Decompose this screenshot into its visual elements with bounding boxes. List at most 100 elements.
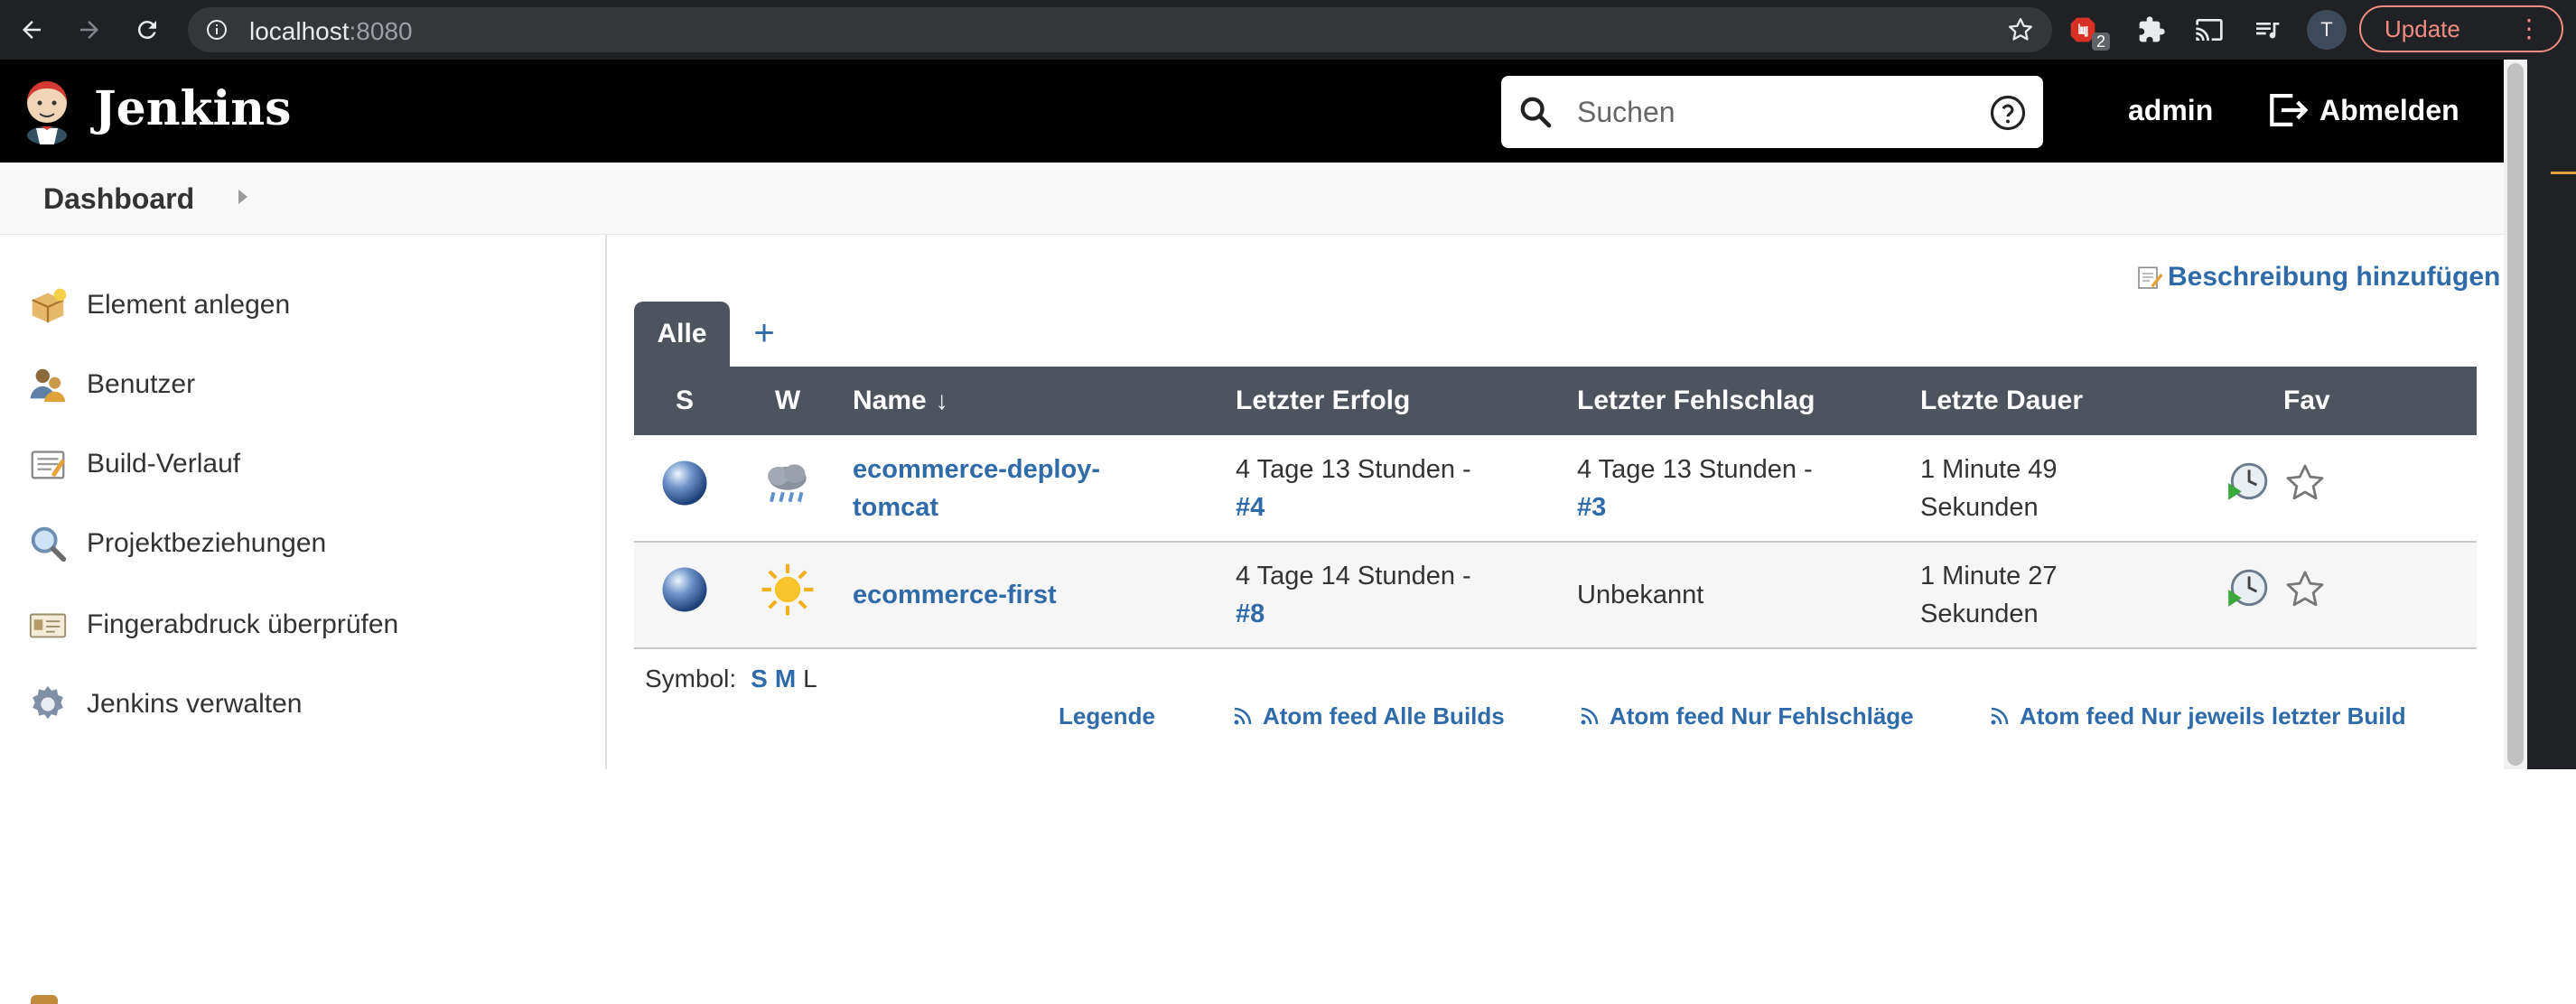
- fingerprint-card-icon: [27, 604, 69, 646]
- last-failure-build-link[interactable]: #3: [1577, 493, 1606, 522]
- add-description-label: Beschreibung hinzufügen: [2168, 262, 2501, 292]
- sidebar-next-item-icon: [31, 995, 58, 1004]
- scrollbar-thumb[interactable]: [2507, 63, 2524, 766]
- column-header-last-success[interactable]: Letzter Erfolg: [1236, 367, 1577, 435]
- address-bar[interactable]: localhost:8080: [188, 7, 2052, 52]
- atom-feed-all-link[interactable]: Atom feed Alle Builds: [1232, 701, 1505, 731]
- sidebar-item-label: Element anlegen: [87, 290, 291, 320]
- page-scrollbar[interactable]: [2504, 60, 2527, 769]
- magnifier-icon: [27, 523, 69, 564]
- sidebar-item-label: Benutzer: [87, 369, 196, 399]
- sidebar-item-label: Projektbeziehungen: [87, 528, 327, 558]
- last-duration-text: 1 Minute 27 Sekunden: [1920, 562, 2058, 628]
- bookmark-star-icon[interactable]: [2007, 16, 2034, 43]
- logout-label: Abmelden: [2319, 93, 2459, 126]
- more-vertical-icon: ⋮: [2516, 14, 2542, 42]
- icon-size-selector: Symbol: S M L: [645, 665, 817, 693]
- rss-feed-icon: [1581, 707, 1599, 725]
- status-blue-ball-icon[interactable]: [659, 564, 710, 626]
- rss-feed-icon: [1234, 707, 1252, 725]
- tab-alle[interactable]: Alle: [634, 302, 730, 367]
- reload-icon[interactable]: [130, 13, 164, 47]
- last-success-text: 4 Tage 14 Stunden -: [1236, 562, 1471, 590]
- column-header-fav[interactable]: Fav: [2283, 367, 2477, 435]
- legend-link[interactable]: Legende: [1059, 701, 1155, 731]
- add-view-button[interactable]: +: [746, 312, 782, 354]
- last-success-build-link[interactable]: #4: [1236, 493, 1265, 522]
- table-row: ecommerce-deploy-tomcat 4 Tage 13 Stunde…: [634, 435, 2477, 542]
- weather-cloud-rain-icon[interactable]: [760, 455, 816, 522]
- favorite-star-icon[interactable]: [2283, 461, 2327, 516]
- new-item-icon: [27, 284, 69, 326]
- users-icon: [27, 364, 69, 405]
- atom-feed-failures-label: Atom feed Nur Fehlschläge: [1610, 702, 1914, 730]
- edit-note-icon: [2138, 266, 2163, 289]
- update-label: Update: [2385, 14, 2460, 42]
- sidebar-item-build-history[interactable]: Build-Verlauf: [27, 441, 240, 488]
- jenkins-brand[interactable]: Jenkins: [94, 81, 291, 136]
- last-success-text: 4 Tage 13 Stunden -: [1236, 454, 1471, 484]
- sidebar-item-new-item[interactable]: Element anlegen: [27, 282, 290, 329]
- icon-size-m[interactable]: M: [775, 665, 796, 693]
- column-header-status[interactable]: S: [634, 367, 735, 435]
- icon-size-l: L: [803, 665, 817, 693]
- job-link[interactable]: ecommerce-first: [853, 581, 1057, 609]
- job-link[interactable]: ecommerce-deploy-tomcat: [853, 451, 1160, 526]
- status-blue-ball-icon[interactable]: [659, 458, 710, 519]
- last-failure-text: 4 Tage 13 Stunden -: [1577, 454, 1813, 484]
- favorite-star-icon[interactable]: [2283, 568, 2327, 622]
- search-box: [1501, 76, 2043, 148]
- sort-down-arrow-icon: ↓: [935, 386, 948, 414]
- last-success-build-link[interactable]: #8: [1236, 600, 1265, 628]
- browser-toolbar: localhost:8080 2 T Update ⋮: [0, 0, 2576, 60]
- last-failure-text: Unbekannt: [1577, 581, 1704, 609]
- atom-feed-latest-label: Atom feed Nur jeweils letzter Build: [2020, 702, 2406, 730]
- table-header-row: S W Name ↓ Letzter Erfolg Letzter Fehlsch…: [634, 367, 2477, 435]
- help-icon[interactable]: [1989, 94, 2027, 132]
- schedule-build-icon[interactable]: [2225, 567, 2270, 623]
- sidebar-item-fingerprint[interactable]: Fingerabdruck überprüfen: [27, 601, 398, 648]
- add-description-link[interactable]: Beschreibung hinzufügen: [2135, 262, 2500, 293]
- sidebar-item-manage-jenkins[interactable]: Jenkins verwalten: [27, 681, 302, 728]
- column-header-last-duration[interactable]: Letzte Dauer: [1920, 367, 2211, 435]
- search-input[interactable]: [1577, 90, 1956, 134]
- icon-size-s[interactable]: S: [751, 665, 768, 693]
- media-queue-icon[interactable]: [2249, 12, 2285, 48]
- column-header-name-label: Name: [853, 386, 927, 415]
- search-icon: [1520, 97, 1552, 128]
- rss-feed-icon: [1991, 707, 2009, 725]
- sidebar-item-label: Fingerabdruck überprüfen: [87, 609, 399, 639]
- column-header-weather[interactable]: W: [735, 367, 840, 435]
- forward-icon[interactable]: [72, 13, 107, 47]
- update-button[interactable]: Update ⋮: [2359, 5, 2563, 52]
- extension-badge: 2: [2092, 33, 2111, 51]
- logout-button[interactable]: Abmelden: [2267, 90, 2459, 130]
- jobs-table: S W Name ↓ Letzter Erfolg Letzter Fehlsch…: [634, 367, 2477, 649]
- build-history-icon: [27, 443, 69, 485]
- cast-icon[interactable]: [2191, 12, 2227, 48]
- sidebar-item-project-relationships[interactable]: Projektbeziehungen: [27, 520, 326, 567]
- back-icon[interactable]: [14, 13, 49, 47]
- jenkins-header: Jenkins admin Abmelden: [0, 60, 2504, 163]
- legend-label: Legende: [1059, 702, 1155, 730]
- column-header-last-failure[interactable]: Letzter Fehlschlag: [1577, 367, 1920, 435]
- breadcrumb-dashboard[interactable]: Dashboard: [43, 182, 194, 216]
- jenkins-butler-logo-icon[interactable]: [18, 76, 76, 144]
- schedule-build-icon[interactable]: [2225, 460, 2270, 516]
- gear-icon: [27, 683, 69, 725]
- info-icon[interactable]: [206, 19, 228, 41]
- symbol-label: Symbol:: [645, 665, 737, 693]
- weather-sunny-icon[interactable]: [760, 562, 816, 628]
- extensions-puzzle-icon[interactable]: [2133, 12, 2170, 48]
- sidebar-item-label: Build-Verlauf: [87, 449, 241, 479]
- sidebar: Element anlegen Benutzer Build-Verlauf P…: [0, 235, 607, 1004]
- atom-feed-failures-link[interactable]: Atom feed Nur Fehlschläge: [1579, 701, 1914, 731]
- breadcrumb-chevron-icon[interactable]: [238, 190, 247, 204]
- atom-feed-latest-link[interactable]: Atom feed Nur jeweils letzter Build: [1989, 701, 2406, 731]
- column-header-name[interactable]: Name ↓: [840, 367, 1236, 435]
- logout-icon: [2270, 93, 2309, 127]
- url-text: localhost:8080: [249, 17, 413, 45]
- sidebar-item-users[interactable]: Benutzer: [27, 361, 195, 408]
- user-link[interactable]: admin: [2128, 94, 2213, 127]
- profile-avatar[interactable]: T: [2307, 10, 2347, 50]
